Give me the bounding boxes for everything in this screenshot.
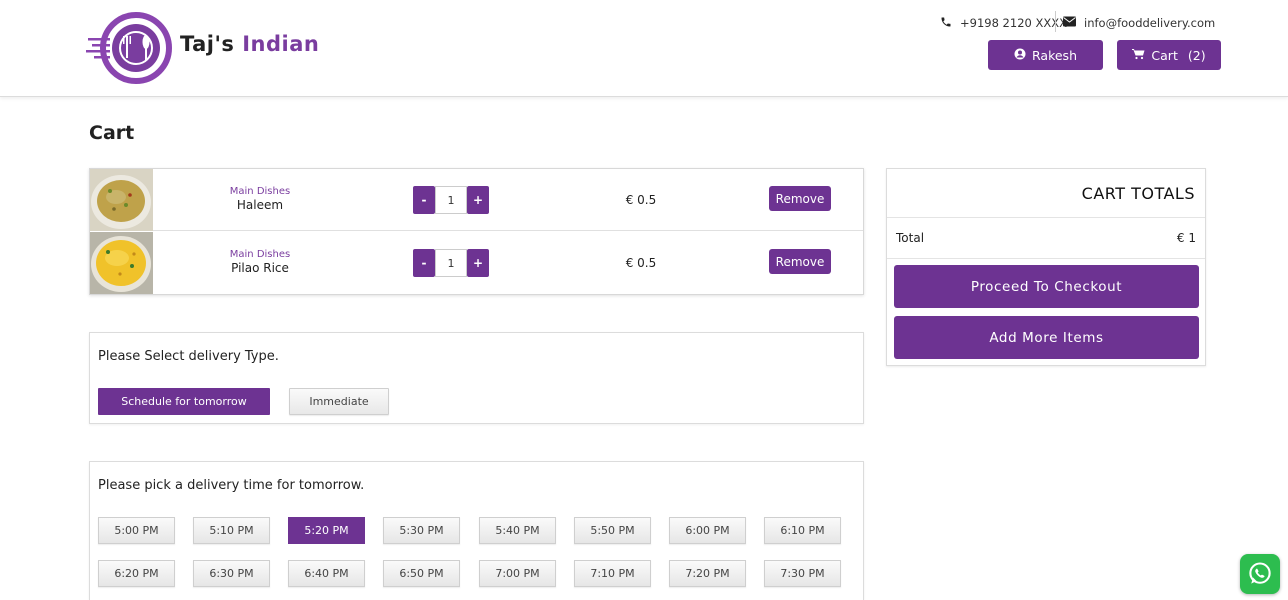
time-slot-button[interactable]: 6:50 PM — [383, 560, 460, 587]
table-row: Main Dishes Pilao Rice - 1 + € 0.5 Remov… — [90, 232, 863, 294]
total-label: Total — [896, 231, 925, 245]
cart-totals-panel: CART TOTALS Total € 1 Proceed To Checkou… — [886, 168, 1206, 366]
item-category: Main Dishes — [229, 249, 291, 260]
item-name: Pilao Rice — [231, 261, 289, 275]
time-slot-button[interactable]: 5:00 PM — [98, 517, 175, 544]
time-slot-button[interactable]: 5:40 PM — [479, 517, 556, 544]
remove-button[interactable]: Remove — [769, 186, 831, 211]
time-slot-button[interactable]: 6:20 PM — [98, 560, 175, 587]
delivery-time-panel: Please pick a delivery time for tomorrow… — [89, 461, 864, 600]
item-info: Main Dishes Haleem — [200, 186, 320, 212]
add-more-items-button[interactable]: Add More Items — [894, 316, 1199, 359]
phone-icon — [940, 16, 952, 31]
brand-word-2: Indian — [242, 32, 320, 56]
haleem-image — [90, 169, 153, 231]
time-slot-button[interactable]: 7:10 PM — [574, 560, 651, 587]
item-price: € 0.5 — [625, 193, 657, 207]
delivery-type-panel: Please Select delivery Type. Schedule fo… — [89, 332, 864, 424]
time-slot-button[interactable]: 5:10 PM — [193, 517, 270, 544]
logo-icon[interactable] — [86, 10, 176, 86]
time-slot-button[interactable]: 6:40 PM — [288, 560, 365, 587]
user-name: Rakesh — [1032, 47, 1077, 63]
immediate-button[interactable]: Immediate — [289, 388, 389, 415]
quantity-stepper: - 1 + — [413, 186, 489, 214]
time-slot-button[interactable]: 7:00 PM — [479, 560, 556, 587]
increase-qty-button[interactable]: + — [467, 249, 489, 277]
totals-title: CART TOTALS — [1081, 184, 1195, 203]
contact-divider — [1055, 11, 1056, 32]
item-category: Main Dishes — [229, 186, 291, 197]
quantity-input[interactable]: 1 — [435, 249, 467, 277]
schedule-tomorrow-button[interactable]: Schedule for tomorrow — [98, 388, 270, 415]
phone-contact[interactable]: +9198 2120 XXXX — [940, 14, 1067, 32]
time-slot-button[interactable]: 5:50 PM — [574, 517, 651, 544]
increase-qty-button[interactable]: + — [467, 186, 489, 214]
cart-label: Cart — [1151, 47, 1178, 63]
page-title: Cart — [89, 122, 135, 144]
remove-button[interactable]: Remove — [769, 249, 831, 274]
item-name: Haleem — [236, 198, 284, 212]
user-icon — [1014, 48, 1026, 63]
item-info: Main Dishes Pilao Rice — [200, 249, 320, 275]
decrease-qty-button[interactable]: - — [413, 249, 435, 277]
pilao-rice-image — [90, 232, 153, 294]
user-account-button[interactable]: Rakesh — [988, 40, 1103, 70]
cart-items-table: Main Dishes Haleem - 1 + € 0.5 Remove Ma… — [89, 168, 864, 295]
total-row: Total € 1 — [887, 218, 1205, 259]
site-header: Taj's Indian +9198 2120 XXXX info@foodde… — [0, 0, 1288, 97]
time-slot-button[interactable]: 7:20 PM — [669, 560, 746, 587]
item-price: € 0.5 — [625, 256, 657, 270]
time-slot-button[interactable]: 5:30 PM — [383, 517, 460, 544]
quantity-stepper: - 1 + — [413, 249, 489, 277]
delivery-time-prompt: Please pick a delivery time for tomorrow… — [98, 478, 365, 493]
time-slot-button[interactable]: 7:30 PM — [764, 560, 841, 587]
cart-icon — [1132, 48, 1145, 63]
email-contact[interactable]: info@fooddelivery.com — [1063, 14, 1215, 32]
time-slot-button[interactable]: 6:30 PM — [193, 560, 270, 587]
time-slot-button[interactable]: 6:10 PM — [764, 517, 841, 544]
quantity-input[interactable]: 1 — [435, 186, 467, 214]
total-value: € 1 — [1176, 231, 1196, 245]
brand-name[interactable]: Taj's Indian — [180, 32, 319, 56]
phone-number: +9198 2120 XXXX — [960, 16, 1067, 30]
totals-header: CART TOTALS — [887, 169, 1205, 218]
cart-count: (2) — [1187, 47, 1206, 63]
brand-word-1: Taj's — [180, 32, 235, 56]
envelope-icon — [1063, 16, 1076, 30]
cart-button[interactable]: Cart (2) — [1117, 40, 1221, 70]
table-row: Main Dishes Haleem - 1 + € 0.5 Remove — [90, 169, 863, 231]
time-slot-button[interactable]: 6:00 PM — [669, 517, 746, 544]
proceed-to-checkout-button[interactable]: Proceed To Checkout — [894, 265, 1199, 308]
email-address: info@fooddelivery.com — [1084, 16, 1216, 30]
time-slot-button[interactable]: 5:20 PM — [288, 517, 365, 544]
whatsapp-icon[interactable] — [1240, 554, 1280, 594]
delivery-type-prompt: Please Select delivery Type. — [98, 349, 279, 364]
decrease-qty-button[interactable]: - — [413, 186, 435, 214]
